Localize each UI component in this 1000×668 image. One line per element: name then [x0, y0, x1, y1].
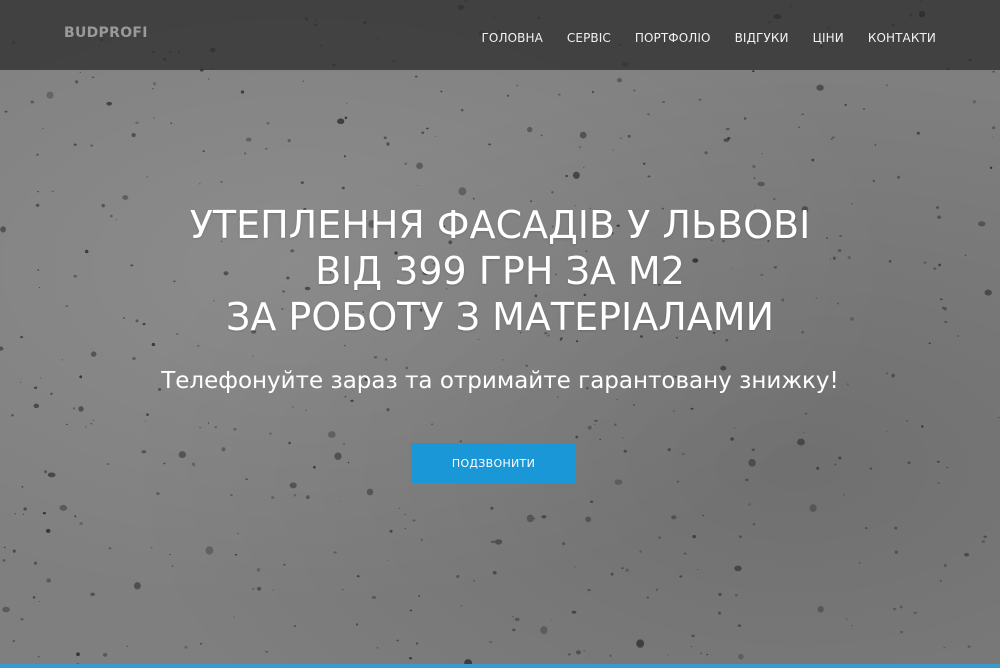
nav-link-home[interactable]: ГОЛОВНА [482, 31, 543, 45]
nav-item: СЕРВІС [567, 27, 611, 46]
hero-section: УТЕПЛЕННЯ ФАСАДІВ У ЛЬВОВІ ВІД 399 ГРН З… [0, 0, 1000, 668]
call-button[interactable]: ПОДЗВОНИТИ [411, 443, 576, 483]
nav-item: ВІДГУКИ [735, 27, 789, 46]
nav-item: КОНТАКТИ [868, 27, 936, 46]
nav-item: ГОЛОВНА [482, 27, 543, 46]
section-divider [0, 664, 1000, 668]
nav-link-portfolio[interactable]: ПОРТФОЛІО [635, 31, 711, 45]
brand-logo[interactable]: BUDPROFI [64, 25, 148, 41]
top-navbar: BUDPROFI ГОЛОВНА СЕРВІС ПОРТФОЛІО ВІДГУК… [0, 0, 1000, 70]
nav-link-contacts[interactable]: КОНТАКТИ [868, 31, 936, 45]
headline-line-2: ВІД 399 ГРН ЗА М2 [315, 249, 685, 293]
hero-headline: УТЕПЛЕННЯ ФАСАДІВ У ЛЬВОВІ ВІД 399 ГРН З… [0, 202, 1000, 340]
main-nav: ГОЛОВНА СЕРВІС ПОРТФОЛІО ВІДГУКИ ЦІНИ КО… [458, 27, 936, 46]
nav-item: ЦІНИ [813, 27, 844, 46]
nav-link-prices[interactable]: ЦІНИ [813, 31, 844, 45]
nav-item: ПОРТФОЛІО [635, 27, 711, 46]
nav-link-reviews[interactable]: ВІДГУКИ [735, 31, 789, 45]
nav-link-service[interactable]: СЕРВІС [567, 31, 611, 45]
headline-line-1: УТЕПЛЕННЯ ФАСАДІВ У ЛЬВОВІ [189, 203, 811, 247]
hero-subheadline: Телефонуйте зараз та отримайте гарантова… [161, 368, 839, 394]
headline-line-3: ЗА РОБОТУ З МАТЕРІАЛАМИ [225, 295, 775, 339]
